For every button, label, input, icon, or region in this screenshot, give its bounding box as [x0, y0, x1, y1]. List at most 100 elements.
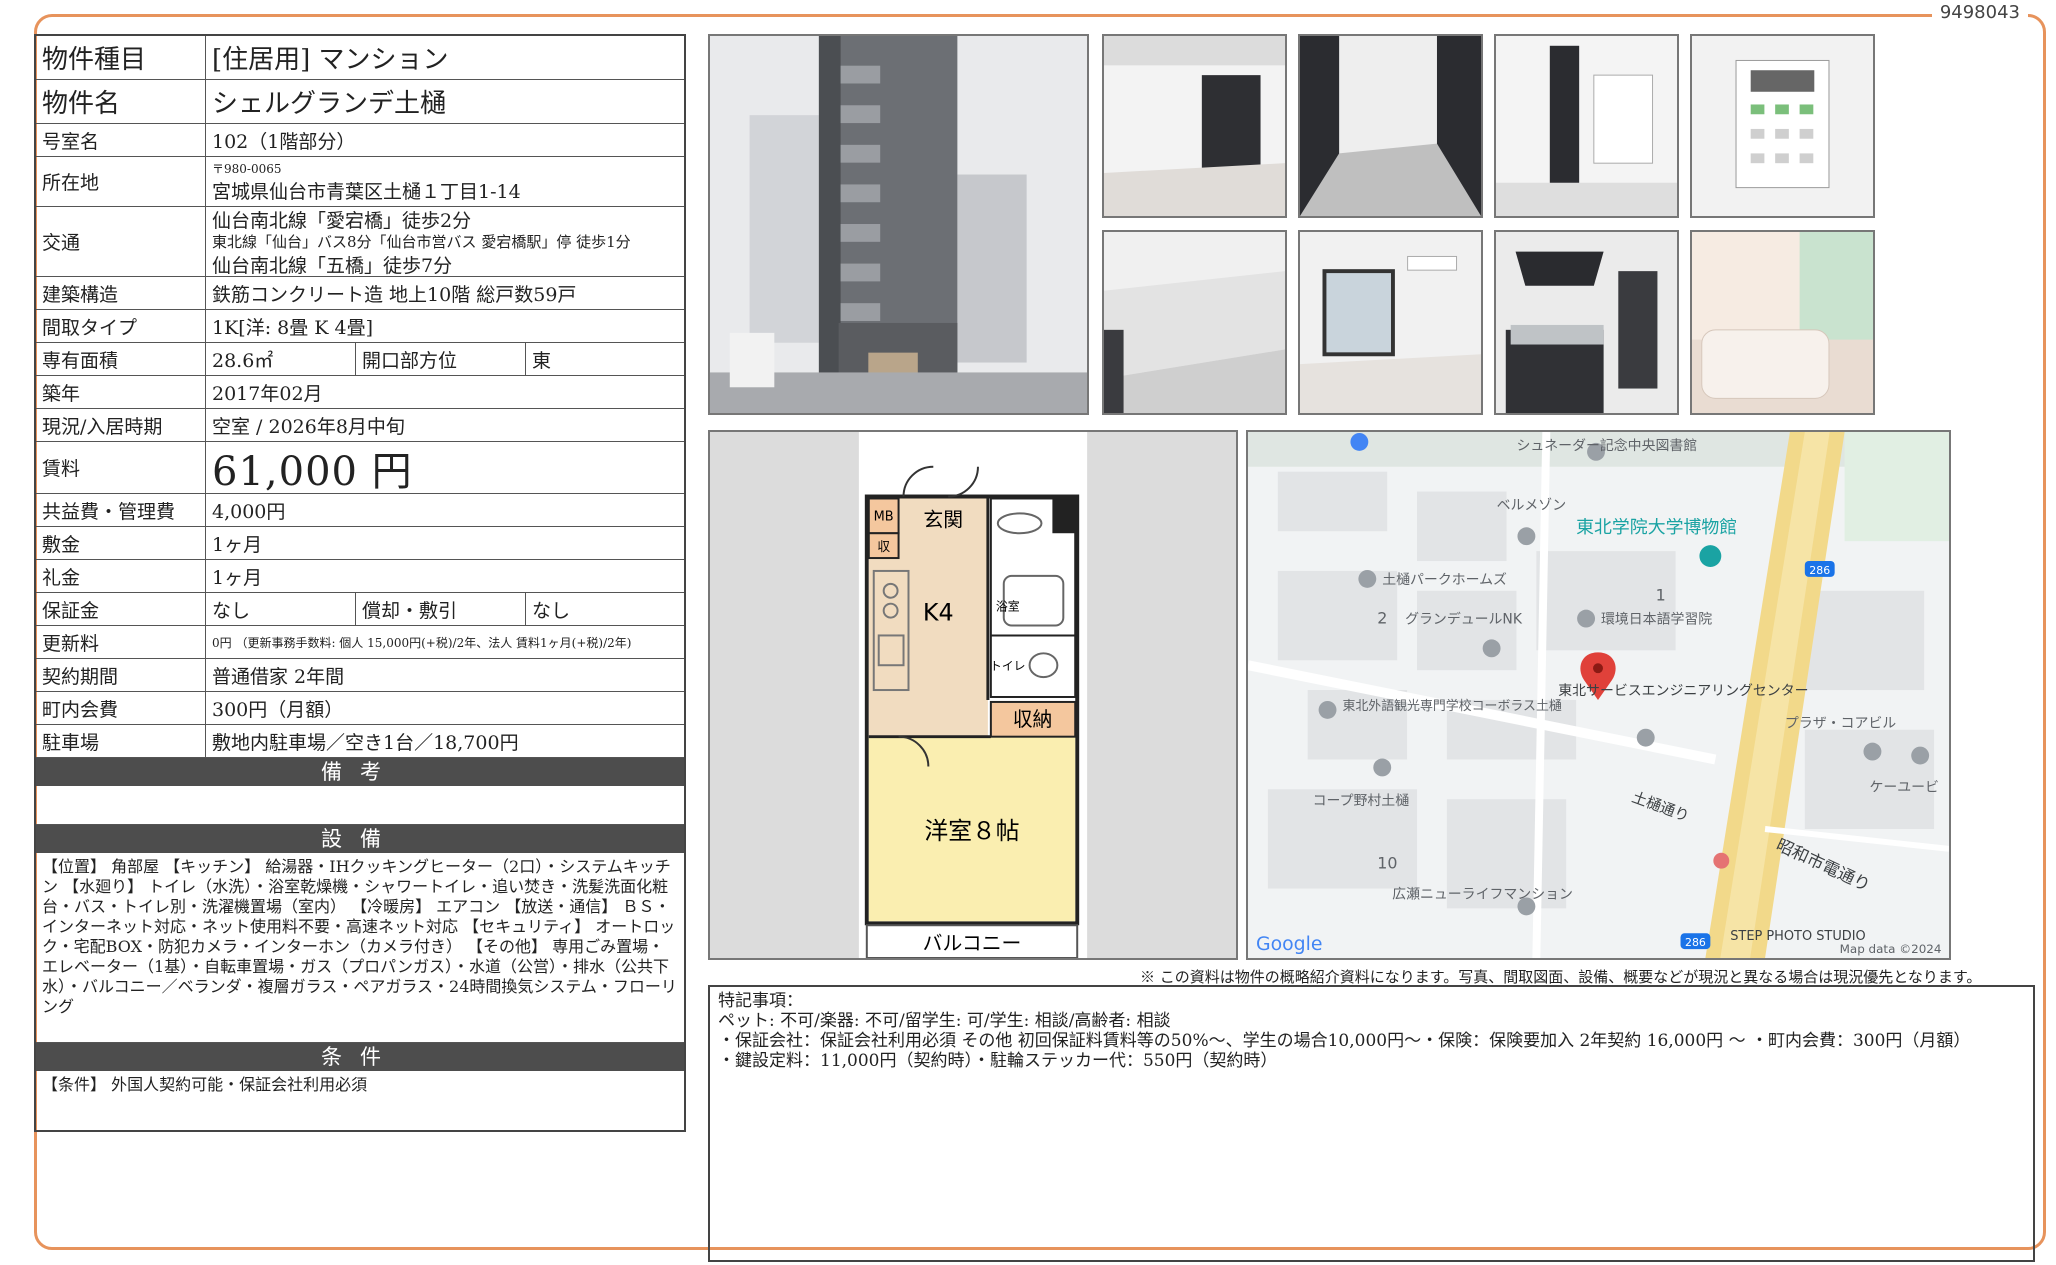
label-area: 専有面積 [36, 343, 206, 375]
label-built: 築年 [36, 376, 206, 408]
row-community: 町内会費 300円（月額） [36, 692, 684, 725]
room-photo-5 [1102, 230, 1287, 415]
row-fee: 共益費・管理費 4,000円 [36, 494, 684, 527]
label-rent: 賃料 [36, 442, 206, 493]
label-fee: 共益費・管理費 [36, 494, 206, 526]
value-key-money: 1ヶ月 [212, 566, 263, 589]
map-label-bellemaison: ベルメゾン [1497, 497, 1567, 513]
map-label-library: シュネーダー記念中央図書館 [1516, 437, 1697, 454]
google-logo: Google [1256, 933, 1323, 955]
row-status: 現況/入居時期 空室 / 2026年8月中旬 [36, 409, 684, 442]
value-room: 102（1階部分） [212, 130, 356, 153]
floor-label-entrance: 玄関 [923, 508, 963, 531]
map-label-grandeur: グランデュールNK [1405, 611, 1523, 628]
map-label-ky: ケーユービ [1869, 779, 1939, 795]
notes-title: 特記事項： [718, 991, 803, 1011]
label-address: 所在地 [36, 157, 206, 206]
row-structure: 建築構造 鉄筋コンクリート造 地上10階 総戸数59戸 [36, 277, 684, 310]
map-attribution: Map data ©2024 [1840, 942, 1942, 956]
value-community: 300円（月額） [212, 698, 344, 721]
access-line-2: 東北線「仙台」バス8分「仙台市営バス 愛宕橋駅」停 徒歩1分 [212, 232, 631, 251]
room-photo-6 [1298, 230, 1483, 415]
map-label-museum: 東北学院大学博物館 [1576, 517, 1737, 538]
value-orientation: 東 [532, 349, 552, 372]
label-status: 現況/入居時期 [36, 409, 206, 441]
building-exterior-photo [708, 34, 1089, 415]
remarks-text [36, 786, 684, 825]
property-info-table: 物件種目 [住居用] マンション 物件名 シェルグランデ土樋 号室名 102（1… [34, 34, 686, 1132]
map-label-parkhomes: 土樋パークホームズ [1382, 572, 1507, 588]
room-photo-8 [1690, 230, 1875, 415]
row-room: 号室名 102（1階部分） [36, 124, 684, 157]
label-type: 物件種目 [36, 36, 206, 79]
label-structure: 建築構造 [36, 277, 206, 309]
access-line-1: 仙台南北線「愛宕橋」徒歩2分 [212, 209, 472, 232]
row-guarantee: 保証金 なし 償却・敷引 なし [36, 593, 684, 626]
map-block-1: 1 [1656, 586, 1666, 605]
map-block-10: 10 [1377, 854, 1397, 873]
map-route-shield-2: 286 [1685, 936, 1706, 949]
value-type: [住居用] マンション [212, 45, 449, 75]
label-name: 物件名 [36, 80, 206, 123]
value-built: 2017年02月 [212, 382, 323, 405]
label-room: 号室名 [36, 124, 206, 156]
floor-label-western-room: 洋室８帖 [924, 817, 1019, 845]
floor-label-closet: 収納 [1013, 708, 1053, 731]
remarks-band: 備考 [36, 758, 684, 786]
room-photo-4 [1690, 34, 1875, 218]
map-label-coop-nomura: コープ野村土樋 [1313, 793, 1410, 809]
value-layout: 1K[洋: 8畳 K 4畳] [212, 316, 373, 339]
row-key-money: 礼金 1ヶ月 [36, 560, 684, 593]
floor-label-toilet: トイレ [990, 659, 1026, 673]
notes-line-3: ・鍵設定料：11,000円（契約時）・駐輪ステッカー代：550円（契約時） [718, 1051, 1278, 1071]
floor-plan: MB 収 玄関 K4 浴室 トイレ 収納 洋室８帖 バルコニー [708, 430, 1238, 960]
map-label-corporas: 東北外語観光専門学校コーボラス土樋 [1342, 698, 1561, 714]
row-deposit: 敷金 1ヶ月 [36, 527, 684, 560]
map-block-2: 2 [1377, 609, 1387, 628]
value-rent: 61,000 円 [212, 448, 413, 495]
label-community: 町内会費 [36, 692, 206, 724]
value-fee: 4,000円 [212, 500, 286, 523]
value-contract: 普通借家 2年間 [212, 665, 345, 688]
conditions-text: 【条件】 外国人契約可能・保証会社利用必須 [42, 1075, 368, 1094]
value-renewal: 0円 （更新事務手数料: 個人 15,000円(+税)/2年、法人 賃料1ヶ月(… [212, 635, 632, 650]
value-structure: 鉄筋コンクリート造 地上10階 総戸数59戸 [212, 283, 577, 306]
room-photo-1 [1102, 34, 1287, 218]
value-address: 宮城県仙台市青葉区土樋１丁目1-14 [212, 180, 521, 203]
floor-label-balcony: バルコニー [923, 932, 1022, 955]
value-area: 28.6㎡ [206, 343, 356, 375]
label-access: 交通 [36, 207, 206, 276]
map-label-language-school: 環境日本語学習院 [1601, 612, 1712, 628]
equipment-text: 【位置】 角部屋 【キッチン】 給湯器・IHクッキングヒーター（2口）・システム… [36, 853, 684, 1043]
value-guarantee: なし [206, 593, 356, 625]
postal-code: 〒980-0065 [212, 161, 282, 176]
label-contract: 契約期間 [36, 659, 206, 691]
floor-label-bath: 浴室 [996, 600, 1020, 614]
value-parking: 敷地内駐車場／空き1台／18,700円 [212, 731, 519, 754]
notes-line-1: ペット: 不可/楽器: 不可/留学生: 可/学生: 相談/高齢者: 相談 [718, 1011, 1171, 1031]
map-label-target-building: 東北サービスエンジニアリングセンター [1558, 683, 1808, 699]
row-type: 物件種目 [住居用] マンション [36, 36, 684, 80]
row-contract: 契約期間 普通借家 2年間 [36, 659, 684, 692]
row-built: 築年 2017年02月 [36, 376, 684, 409]
equipment-band: 設備 [36, 825, 684, 853]
label-deposit: 敷金 [36, 527, 206, 559]
row-access: 交通 仙台南北線「愛宕橋」徒歩2分 東北線「仙台」バス8分「仙台市営バス 愛宕橋… [36, 207, 684, 277]
row-area: 専有面積 28.6㎡ 開口部方位 東 [36, 343, 684, 376]
row-name: 物件名 シェルグランデ土樋 [36, 80, 684, 124]
label-parking: 駐車場 [36, 725, 206, 757]
room-photo-3 [1494, 34, 1679, 218]
label-renewal: 更新料 [36, 626, 206, 658]
document-id: 9498043 [1931, 2, 2028, 23]
room-photo-7 [1494, 230, 1679, 415]
location-map[interactable]: シュネーダー記念中央図書館 ベルメゾン 東北学院大学博物館 土樋パークホームズ … [1246, 430, 1951, 960]
value-status: 空室 / 2026年8月中旬 [212, 415, 405, 438]
special-notes: 特記事項： ペット: 不可/楽器: 不可/留学生: 可/学生: 相談/高齢者: … [708, 985, 2035, 1262]
label-layout: 間取タイプ [36, 310, 206, 342]
floor-label-storage: 収 [877, 540, 890, 555]
value-name: シェルグランデ土樋 [212, 89, 447, 119]
value-deposit: 1ヶ月 [212, 533, 263, 556]
row-renewal: 更新料 0円 （更新事務手数料: 個人 15,000円(+税)/2年、法人 賃料… [36, 626, 684, 659]
label-amortization: 償却・敷引 [356, 593, 526, 625]
row-layout: 間取タイプ 1K[洋: 8畳 K 4畳] [36, 310, 684, 343]
